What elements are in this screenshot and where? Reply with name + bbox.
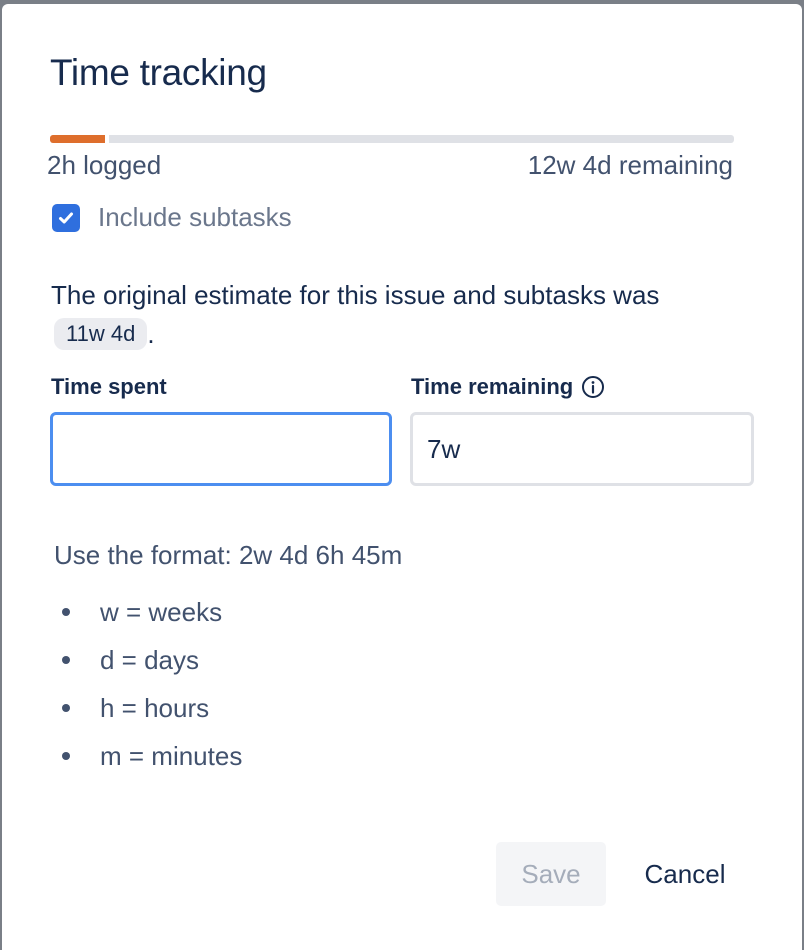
cancel-button[interactable]: Cancel bbox=[620, 842, 750, 906]
dialog-title: Time tracking bbox=[50, 52, 267, 93]
bullet bbox=[62, 704, 70, 712]
legend-weeks: w = weeks bbox=[100, 596, 223, 627]
bullet bbox=[62, 656, 70, 664]
include-subtasks-checkbox[interactable] bbox=[52, 203, 80, 232]
progress-logged-fill bbox=[50, 135, 105, 143]
list-item: w = weeks bbox=[54, 588, 242, 636]
time-remaining-label-text: Time remaining bbox=[411, 374, 574, 399]
include-subtasks-label[interactable]: Include subtasks bbox=[98, 202, 292, 233]
time-spent-label-text: Time spent bbox=[51, 374, 167, 399]
estimate-suffix: . bbox=[147, 318, 155, 349]
bullet bbox=[62, 752, 70, 760]
time-progress-bar bbox=[50, 135, 734, 143]
time-remaining-input[interactable] bbox=[410, 412, 754, 486]
logged-label: 2h logged bbox=[47, 150, 162, 180]
list-item: h = hours bbox=[54, 684, 242, 732]
time-spent-label: Time spent bbox=[51, 374, 167, 400]
bullet bbox=[62, 608, 70, 616]
info-icon[interactable] bbox=[581, 375, 605, 399]
original-estimate-text: The original estimate for this issue and… bbox=[51, 280, 660, 310]
progress-divider bbox=[104, 135, 109, 143]
list-item: m = minutes bbox=[54, 732, 242, 780]
remaining-label: 12w 4d remaining bbox=[527, 150, 733, 180]
save-button[interactable]: Save bbox=[496, 842, 606, 906]
format-legend-list: w = weeks d = days h = hours m = minutes bbox=[54, 588, 242, 780]
list-item: d = days bbox=[54, 636, 242, 684]
original-estimate-lozenge: 11w 4d bbox=[54, 318, 148, 350]
time-spent-input[interactable] bbox=[50, 412, 392, 486]
legend-minutes: m = minutes bbox=[100, 740, 243, 771]
time-tracking-dialog: Time tracking 2h logged 12w 4d remaining… bbox=[2, 4, 802, 950]
legend-days: d = days bbox=[100, 644, 200, 675]
format-help-text: Use the format: 2w 4d 6h 45m bbox=[54, 540, 403, 570]
include-subtasks-row[interactable]: Include subtasks bbox=[52, 202, 292, 233]
time-remaining-label: Time remaining bbox=[411, 374, 605, 400]
legend-hours: h = hours bbox=[100, 692, 210, 723]
original-estimate-row: 11w 4d . bbox=[54, 318, 155, 350]
check-icon bbox=[59, 212, 73, 223]
